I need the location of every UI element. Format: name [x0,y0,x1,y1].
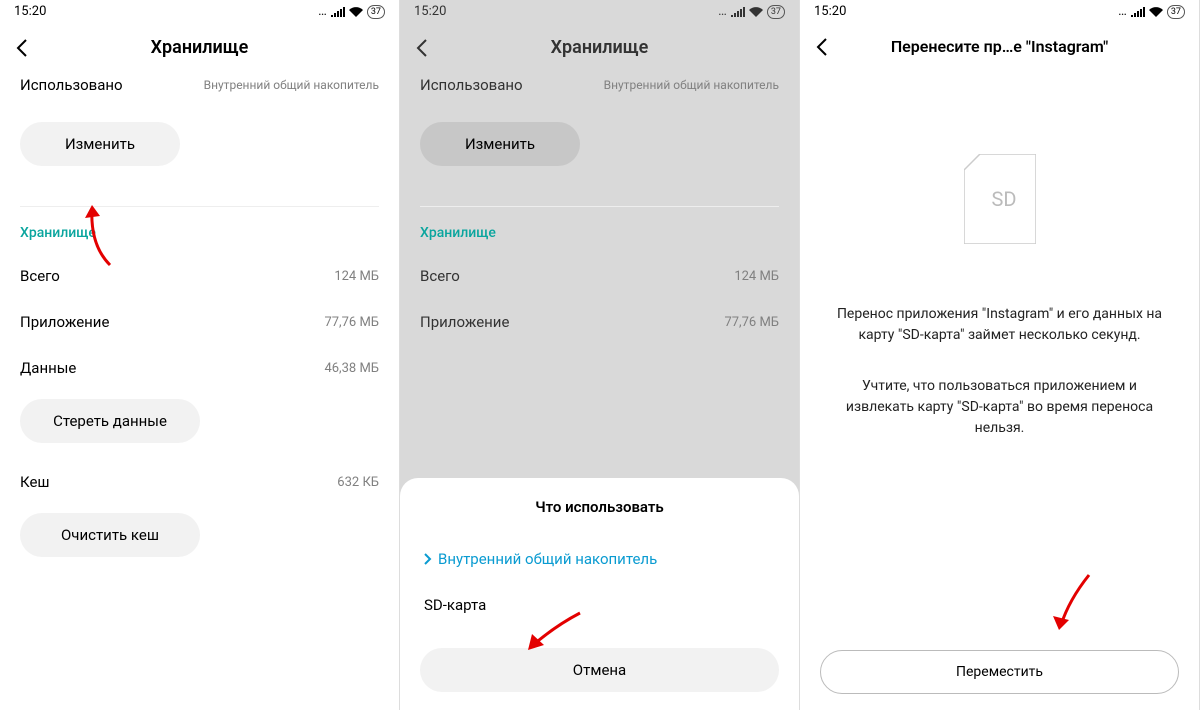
row-app: Приложение 77,76 МБ [400,299,799,345]
row-total: Всего 124 МБ [400,253,799,299]
header: Хранилище [400,23,799,76]
wifi-icon [749,7,763,17]
option-internal[interactable]: Внутренний общий накопитель [400,536,799,582]
battery-icon: 37 [767,5,785,19]
back-button[interactable] [416,39,444,57]
screen-move-app: 15:20 … 37 Перенесите пр…е "Instagram" S… [800,0,1200,710]
change-button[interactable]: Изменить [20,122,180,166]
cancel-button[interactable]: Отмена [420,648,779,692]
divider [420,206,779,207]
signal-icon [1131,7,1145,17]
used-row: Использовано Внутренний общий накопитель [0,76,399,122]
status-icons: … 37 [718,4,785,19]
option-sd[interactable]: SD-карта [400,582,799,628]
signal-icon [331,7,345,17]
section-label: Хранилище [0,225,399,253]
back-button[interactable] [16,39,44,57]
clear-cache-button[interactable]: Очистить кеш [20,513,200,557]
page-title: Хранилище [44,37,355,58]
screen-storage-dialog: 15:20 … 37 Хранилище Использовано Внутре… [400,0,800,710]
description-2: Учтите, что пользоваться приложением и и… [800,376,1199,469]
wifi-icon [1149,7,1163,17]
status-bar: 15:20 … 37 [800,0,1199,23]
more-icon: … [318,4,327,19]
wifi-icon [349,7,363,17]
status-icons: … 37 [1118,4,1185,19]
status-time: 15:20 [814,4,846,19]
clear-data-button[interactable]: Стереть данные [20,399,200,443]
used-label: Использовано [420,76,523,94]
status-bar: 15:20 … 37 [400,0,799,23]
used-value: Внутренний общий накопитель [604,78,779,92]
more-icon: … [718,4,727,19]
status-bar: 15:20 … 37 [0,0,399,23]
description-1: Перенос приложения "Instagram" и его дан… [800,304,1199,376]
row-app: Приложение 77,76 МБ [0,299,399,345]
row-data: Данные 46,38 МБ [0,345,399,391]
used-value: Внутренний общий накопитель [204,78,379,92]
row-total: Всего 124 МБ [0,253,399,299]
screen-storage: 15:20 … 37 Хранилище Использовано Внутре… [0,0,400,710]
section-label: Хранилище [400,225,799,253]
status-time: 15:20 [14,4,46,19]
divider [20,206,379,207]
bottom-sheet: Что использовать Внутренний общий накопи… [400,478,799,710]
page-title: Хранилище [444,37,755,58]
sheet-title: Что использовать [400,498,799,536]
back-button[interactable] [816,38,844,56]
more-icon: … [1118,4,1127,19]
row-cache: Кеш 632 КБ [0,459,399,505]
page-title: Перенесите пр…е "Instagram" [844,37,1155,56]
change-button[interactable]: Изменить [420,122,580,166]
sd-card-icon: SD [964,154,1036,244]
status-time: 15:20 [414,4,446,19]
used-label: Использовано [20,76,123,94]
battery-icon: 37 [367,5,385,19]
used-row: Использовано Внутренний общий накопитель [400,76,799,122]
battery-icon: 37 [1167,5,1185,19]
chevron-right-icon [424,553,432,565]
svg-text:SD: SD [991,187,1016,211]
header: Хранилище [0,23,399,76]
move-button[interactable]: Переместить [820,650,1179,694]
status-icons: … 37 [318,4,385,19]
header: Перенесите пр…е "Instagram" [800,23,1199,74]
signal-icon [731,7,745,17]
